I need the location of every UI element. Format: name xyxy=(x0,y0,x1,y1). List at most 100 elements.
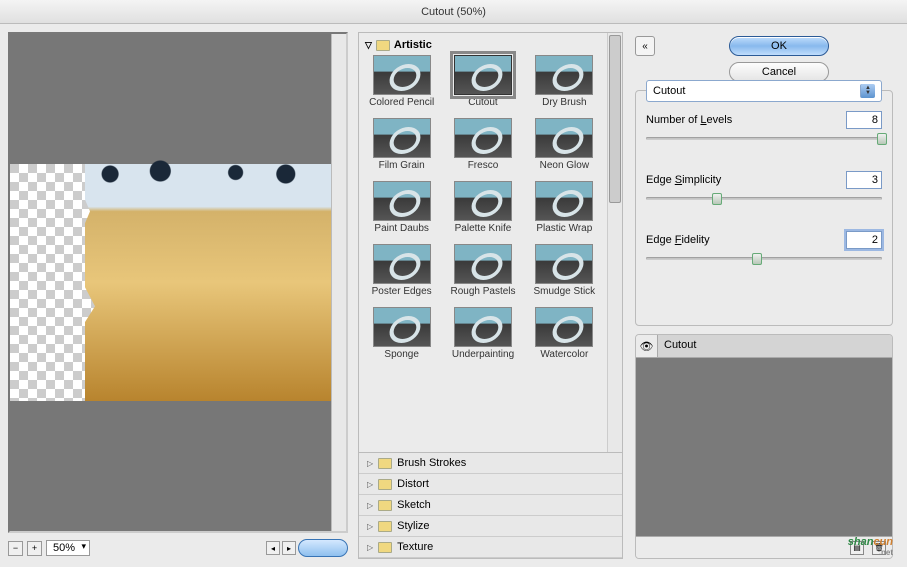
chevron-right-icon: ▷ xyxy=(367,459,373,468)
thumb-label: Plastic Wrap xyxy=(536,223,592,234)
thumb-label: Cutout xyxy=(468,97,497,108)
thumb-image xyxy=(454,244,512,284)
layer-name: Cutout xyxy=(658,335,892,357)
controls-column: « OK Cancel Cutout ▲▼ Number of Levels xyxy=(633,32,899,559)
thumb-image xyxy=(454,181,512,221)
filter-thumb-film-grain[interactable]: Film Grain xyxy=(365,118,438,171)
hscroll-left[interactable]: ◂ xyxy=(266,541,280,555)
folder-icon xyxy=(378,521,392,532)
category-texture[interactable]: ▷ Texture xyxy=(359,537,622,558)
preview-column: − + 50% ◂ ▸ xyxy=(8,32,348,559)
thumb-image xyxy=(535,307,593,347)
ok-button[interactable]: OK xyxy=(729,36,829,56)
folder-icon xyxy=(378,458,392,469)
filter-thumb-plastic-wrap[interactable]: Plastic Wrap xyxy=(528,181,601,234)
thumb-image xyxy=(454,118,512,158)
collapse-button[interactable]: « xyxy=(635,36,655,56)
chevron-right-icon: ▷ xyxy=(367,501,373,510)
thumb-label: Poster Edges xyxy=(372,286,432,297)
folder-icon xyxy=(378,542,392,553)
chevron-right-icon: ▷ xyxy=(367,480,373,489)
category-label: Distort xyxy=(397,478,429,490)
simplicity-label: Edge Simplicity xyxy=(646,174,721,186)
thumb-image xyxy=(454,55,512,95)
thumb-image xyxy=(373,55,431,95)
thumb-image xyxy=(535,244,593,284)
thumb-label: Rough Pastels xyxy=(450,286,515,297)
zoom-in-button[interactable]: + xyxy=(27,541,42,556)
levels-slider[interactable] xyxy=(646,133,882,145)
hscroll-right[interactable]: ▸ xyxy=(282,541,296,555)
thumb-label: Paint Daubs xyxy=(374,223,428,234)
hscroll-thumb[interactable] xyxy=(298,539,348,557)
levels-label: Number of Levels xyxy=(646,114,732,126)
thumb-label: Smudge Stick xyxy=(533,286,595,297)
filter-thumb-sponge[interactable]: Sponge xyxy=(365,307,438,360)
thumb-label: Underpainting xyxy=(452,349,514,360)
watermark: shancun.net xyxy=(848,532,893,557)
thumb-label: Neon Glow xyxy=(540,160,589,171)
chevron-right-icon: ▷ xyxy=(367,522,373,531)
layers-empty-area xyxy=(636,358,892,536)
filter-thumb-fresco[interactable]: Fresco xyxy=(446,118,519,171)
gallery-vscroll[interactable] xyxy=(607,33,622,452)
category-label: Sketch xyxy=(397,499,431,511)
category-label: Artistic xyxy=(394,39,432,51)
filter-thumb-underpainting[interactable]: Underpainting xyxy=(446,307,519,360)
simplicity-slider[interactable] xyxy=(646,193,882,205)
fidelity-input[interactable] xyxy=(846,231,882,249)
layer-row[interactable]: 👁 Cutout xyxy=(636,335,892,358)
category-header[interactable]: ▽ Artistic xyxy=(365,39,601,51)
thumb-label: Colored Pencil xyxy=(369,97,434,108)
filter-thumb-palette-knife[interactable]: Palette Knife xyxy=(446,181,519,234)
zoom-select[interactable]: 50% xyxy=(46,540,90,556)
category-sketch[interactable]: ▷ Sketch xyxy=(359,495,622,516)
visibility-toggle[interactable]: 👁 xyxy=(636,335,658,357)
chevron-right-icon: ▷ xyxy=(367,543,373,552)
window-title: Cutout (50%) xyxy=(421,6,486,18)
thumb-image xyxy=(535,55,593,95)
simplicity-input[interactable] xyxy=(846,171,882,189)
category-brush-strokes[interactable]: ▷Brush Strokes xyxy=(359,453,622,474)
chevron-down-icon: ▽ xyxy=(365,40,372,51)
thumb-image xyxy=(373,307,431,347)
settings-panel: Cutout ▲▼ Number of Levels Edge Simplici… xyxy=(635,90,893,326)
levels-input[interactable] xyxy=(846,111,882,129)
fidelity-slider[interactable] xyxy=(646,253,882,265)
filter-dropdown[interactable]: Cutout ▲▼ xyxy=(646,80,882,102)
thumb-image xyxy=(454,307,512,347)
filter-thumb-cutout[interactable]: Cutout xyxy=(446,55,519,108)
filter-thumb-rough-pastels[interactable]: Rough Pastels xyxy=(446,244,519,297)
category-distort[interactable]: ▷ Distort xyxy=(359,474,622,495)
filter-thumb-watercolor[interactable]: Watercolor xyxy=(528,307,601,360)
preview-image xyxy=(85,164,331,401)
effect-layers-panel: 👁 Cutout ▤ 🗑 xyxy=(635,334,893,559)
thumb-label: Film Grain xyxy=(379,160,425,171)
folder-icon xyxy=(378,479,392,490)
thumb-image xyxy=(373,118,431,158)
thumb-image xyxy=(373,181,431,221)
thumb-label: Palette Knife xyxy=(455,223,512,234)
category-label: Texture xyxy=(397,541,433,553)
filter-gallery: ▽ Artistic Colored Pencil Cutout Dry Brush… xyxy=(358,32,623,559)
thumb-image xyxy=(373,244,431,284)
zoom-out-button[interactable]: − xyxy=(8,541,23,556)
filter-thumb-poster-edges[interactable]: Poster Edges xyxy=(365,244,438,297)
filter-thumb-smudge-stick[interactable]: Smudge Stick xyxy=(528,244,601,297)
category-stylize[interactable]: ▷Stylize xyxy=(359,516,622,537)
thumb-label: Fresco xyxy=(468,160,499,171)
filter-thumb-neon-glow[interactable]: Neon Glow xyxy=(528,118,601,171)
thumb-label: Sponge xyxy=(384,349,418,360)
preview-vscroll[interactable] xyxy=(331,34,346,531)
dropdown-arrows-icon: ▲▼ xyxy=(860,84,875,98)
titlebar: Cutout (50%) xyxy=(0,0,907,24)
preview-frame xyxy=(8,32,348,533)
filter-thumb-dry-brush[interactable]: Dry Brush xyxy=(528,55,601,108)
cancel-button[interactable]: Cancel xyxy=(729,62,829,82)
thumb-image xyxy=(535,118,593,158)
thumb-label: Dry Brush xyxy=(542,97,586,108)
filter-thumb-colored-pencil[interactable]: Colored Pencil xyxy=(365,55,438,108)
thumb-label: Watercolor xyxy=(540,349,588,360)
filter-thumb-paint-daubs[interactable]: Paint Daubs xyxy=(365,181,438,234)
preview-canvas[interactable] xyxy=(10,34,331,531)
